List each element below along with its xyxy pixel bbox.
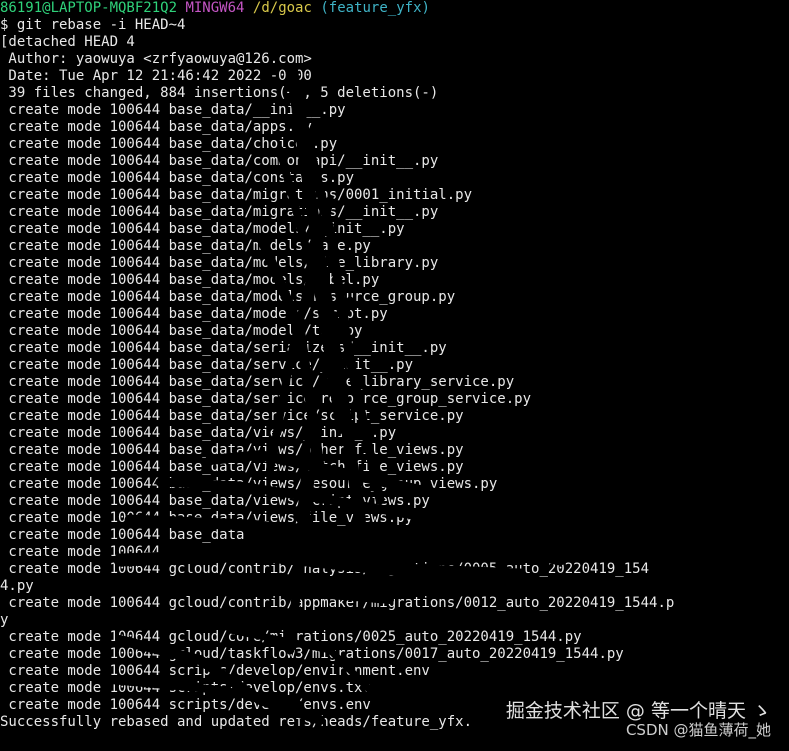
prompt-line: 86191@LAPTOP-MQBF21Q2 MINGW64 /d/goac (f…	[0, 0, 789, 17]
output-line: create mode 100644 gcloud/core/migration…	[0, 629, 582, 645]
output-line: create mode 100644 scripts/develop/envs.…	[0, 680, 371, 696]
watermark-csdn: CSDN @猫鱼薄荷_她	[625, 721, 771, 739]
output-line: create mode 100644 scripts/develop/envir…	[0, 663, 430, 679]
output-line: create mode 100644 gcloud/taskflow3/migr…	[0, 646, 624, 662]
output-line: 39 files changed, 884 insertions(+), 5 d…	[0, 85, 439, 101]
command-output: [detached HEAD 4 Author: yaowuya <zrfyao…	[0, 34, 789, 731]
output-line: create mode 100644 base_data/models/labe…	[0, 272, 380, 288]
terminal-window[interactable]: 86191@LAPTOP-MQBF21Q2 MINGW64 /d/goac (f…	[0, 0, 789, 751]
output-line: create mode 100644 base_data/common_api/…	[0, 153, 439, 169]
prompt-user-host: 86191@LAPTOP-MQBF21Q2	[0, 0, 178, 16]
output-line: create mode 100644 base_data/models/__in…	[0, 221, 405, 237]
output-line: 4.py	[0, 578, 34, 594]
prompt-branch: (feature_yfx)	[320, 0, 430, 16]
output-line: create mode 100644 base_data/models/file…	[0, 255, 439, 271]
output-line: create mode 100644 base_data/views/other…	[0, 442, 464, 458]
output-line: create mode 100644 base_data/views/scrip…	[0, 493, 430, 509]
output-line: y	[0, 612, 9, 628]
output-line: create mode 100644 base_data/views/batch…	[0, 459, 464, 475]
output-line: create mode 100644 base_data/service/fil…	[0, 374, 515, 390]
output-line: create mode 100644 base_data/__init__.py	[0, 102, 346, 118]
output-line: create mode 100644 base_data/serializers…	[0, 340, 447, 356]
output-line: create mode 100644 gcloud/contrib/appmak…	[0, 595, 675, 611]
prompt-system: MINGW64	[185, 0, 245, 16]
output-line: Author: yaowuya <zrfyaowuya@126.com>	[0, 51, 312, 67]
output-line: [detached HEAD 4	[0, 34, 135, 50]
output-line: create mode 100644 base_data/apps.py	[0, 119, 312, 135]
output-line: create mode 100644 base_data/views/resou…	[0, 476, 498, 492]
output-line: create mode 100644 base_data/service/scr…	[0, 408, 464, 424]
output-line: create mode 100644 base_data/constants.p…	[0, 170, 355, 186]
output-line: create mode 100644 base_data/choices.py	[0, 136, 338, 152]
output-line: create mode 100644	[0, 544, 161, 560]
output-line: create mode 100644 base_data/migrations/…	[0, 204, 439, 220]
output-line: create mode 100644 base_data/service/__i…	[0, 357, 414, 373]
output-line: create mode 100644 base_data/migrations/…	[0, 187, 473, 203]
output-line: create mode 100644 base_data/models/base…	[0, 238, 371, 254]
prompt-path: /d/goac	[252, 0, 312, 16]
output-line: Date: Tue Apr 12 21:46:42 2022 -0800	[0, 68, 312, 84]
command-line: $ git rebase -i HEAD~4	[0, 17, 186, 33]
output-line: create mode 100644 base_data/service/res…	[0, 391, 532, 407]
output-line: create mode 100644 base_data/models/tag.…	[0, 323, 363, 339]
output-line: create mode 100644 base_data/views/file_…	[0, 510, 414, 526]
output-line: create mode 100644 base_data/models/reso…	[0, 289, 456, 305]
output-line: create mode 100644 base_data/views/__ini…	[0, 425, 397, 441]
output-line: create mode 100644 base_data/models/scri…	[0, 306, 388, 322]
watermark-juejin: 掘金技术社区 @ 等一个晴天 ゝ	[505, 700, 771, 722]
output-line: create mode 100644 base_data	[0, 527, 245, 543]
output-line: create mode 100644 gcloud/contrib/analys…	[0, 561, 650, 577]
